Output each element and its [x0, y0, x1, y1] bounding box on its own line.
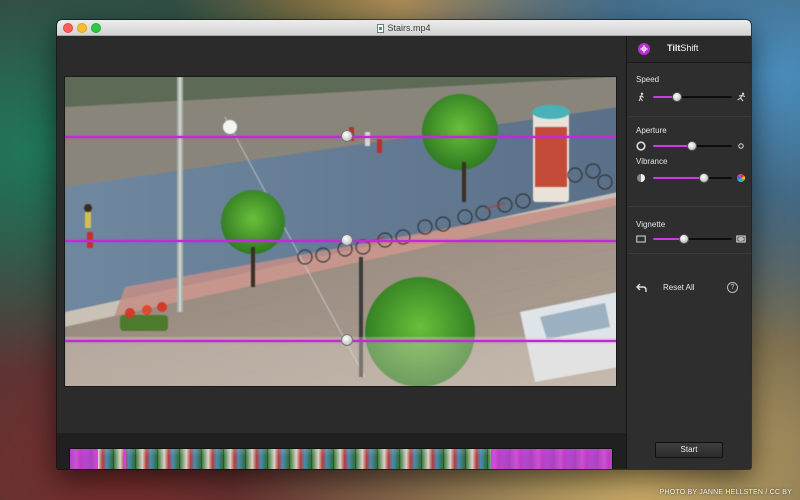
vibrance-low-icon — [637, 174, 645, 182]
vignette-knob[interactable] — [678, 234, 689, 244]
aperture-label: Aperture — [636, 126, 667, 135]
filmstrip-frame — [246, 449, 268, 469]
selection-start-line[interactable] — [96, 449, 99, 469]
panel-header: TiltShift — [627, 36, 751, 63]
speed-knob[interactable] — [672, 92, 683, 102]
window-title: Stairs.mp4 — [387, 23, 431, 33]
vibrance-knob[interactable] — [698, 173, 709, 183]
filmstrip-frame — [290, 449, 312, 469]
filmstrip-frame — [268, 449, 290, 469]
selection-end-line[interactable] — [490, 449, 493, 469]
filmstrip-frame — [444, 449, 466, 469]
aperture-slider[interactable] — [636, 140, 746, 152]
speed-track — [653, 92, 732, 102]
reset-all-button[interactable]: Reset All — [663, 283, 695, 292]
vibrance-label: Vibrance — [636, 157, 668, 166]
brand-rest: Shift — [680, 43, 699, 53]
help-icon[interactable]: ? — [727, 282, 738, 293]
aperture-large-icon — [738, 143, 744, 149]
vibrance-fill — [653, 177, 704, 179]
vignette-none-icon — [636, 235, 646, 243]
filmstrip-frame — [312, 449, 334, 469]
title-bar: Stairs.mp4 — [57, 20, 751, 36]
vibrance-track — [653, 173, 732, 183]
filmstrip-frame — [356, 449, 378, 469]
vignette-slider[interactable] — [636, 233, 746, 245]
speed-slider[interactable] — [636, 91, 746, 103]
vignette-label: Vignette — [636, 220, 666, 229]
vignette-track — [653, 234, 732, 244]
speed-label: Speed — [636, 75, 660, 84]
excluded-range-left — [70, 449, 98, 469]
filmstrip-frame — [466, 449, 488, 469]
filmstrip-frame — [334, 449, 356, 469]
vibrance-slider[interactable] — [636, 172, 746, 184]
panel-divider — [627, 116, 751, 117]
focus-guide-bottom-handle[interactable] — [341, 334, 353, 346]
panel-divider — [627, 253, 751, 254]
playhead-line[interactable] — [124, 449, 127, 469]
filmstrip-frame — [202, 449, 224, 469]
undo-arrow-icon[interactable] — [636, 283, 647, 293]
aperture-track — [653, 141, 732, 151]
filmstrip-frame — [400, 449, 422, 469]
focus-guide-center-handle[interactable] — [341, 234, 353, 246]
preview-area — [57, 36, 626, 469]
filmstrip-frame — [422, 449, 444, 469]
vignette-full-icon — [736, 235, 746, 243]
video-preview[interactable] — [64, 76, 617, 387]
aperture-fill — [653, 145, 692, 147]
run-icon — [737, 92, 746, 102]
filmstrip[interactable] — [69, 448, 613, 469]
filmstrip-frame — [158, 449, 180, 469]
timeline — [57, 433, 626, 469]
filmstrip-frame — [378, 449, 400, 469]
panel-divider — [627, 206, 751, 207]
vibrance-high-icon — [736, 173, 746, 183]
app-window: Stairs.mp4 TiltShift Speed Aperture Vibr… — [57, 20, 751, 469]
brand-bold: Tilt — [667, 43, 681, 53]
walk-icon — [638, 92, 644, 102]
window-title-group: Stairs.mp4 — [57, 20, 751, 36]
excluded-range-right — [491, 449, 612, 469]
app-brand: TiltShift — [667, 43, 747, 53]
focus-guide-top-handle[interactable] — [341, 130, 353, 142]
start-button[interactable]: Start — [655, 442, 723, 458]
filmstrip-frame — [136, 449, 158, 469]
control-panel: TiltShift Speed Aperture Vibrance Vignet… — [626, 36, 751, 469]
video-file-icon — [377, 23, 385, 33]
reset-row: Reset All ? — [636, 281, 746, 295]
tiltshift-logo-icon — [638, 43, 650, 55]
filmstrip-frame — [180, 449, 202, 469]
filmstrip-frame — [224, 449, 246, 469]
photo-credit: PHOTO BY JANNE HELLSTEN / CC BY — [659, 489, 792, 496]
aperture-knob[interactable] — [686, 141, 697, 151]
aperture-small-icon — [636, 141, 646, 151]
